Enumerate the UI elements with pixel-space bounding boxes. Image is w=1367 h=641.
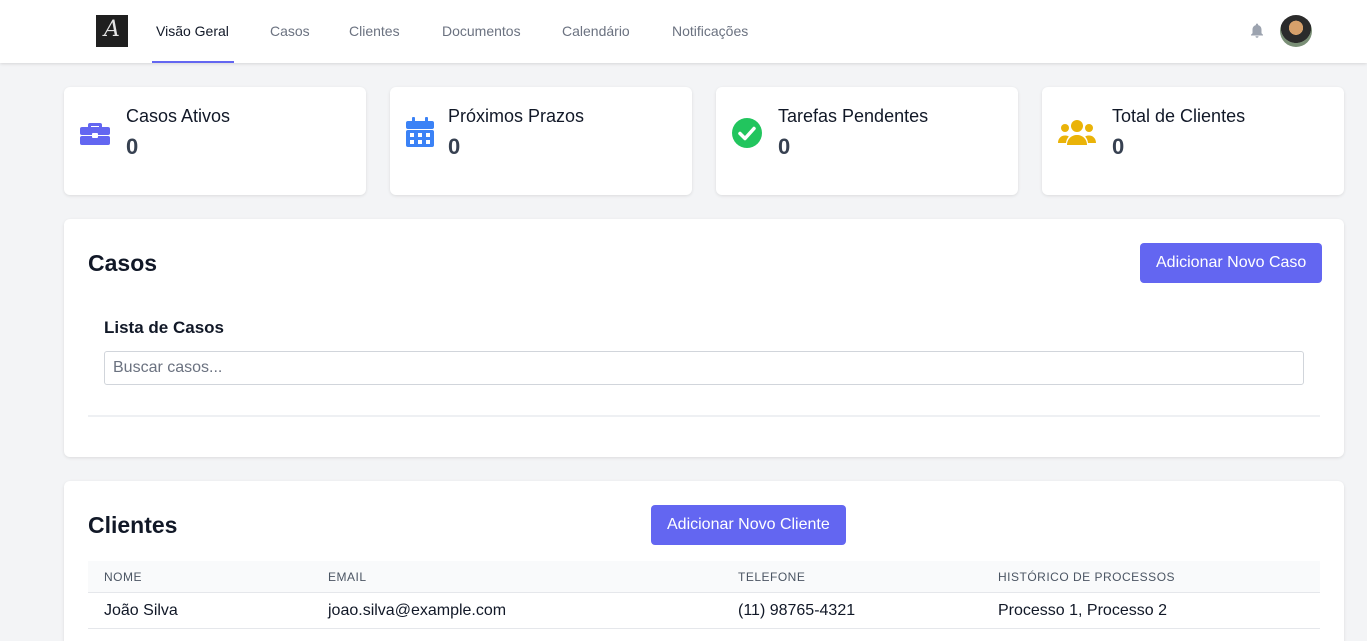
- column-header-historico: HISTÓRICO DE PROCESSOS: [998, 570, 1176, 584]
- calendar-icon: [406, 117, 434, 147]
- stat-value: 0: [126, 134, 139, 159]
- stat-title: Casos Ativos: [126, 106, 231, 126]
- stat-card-tarefas-pendentes: Tarefas Pendentes 0: [716, 87, 1018, 195]
- user-avatar[interactable]: [1280, 15, 1312, 47]
- nav-tab-documentos[interactable]: Documentos: [442, 0, 521, 63]
- briefcase-icon: [80, 123, 110, 145]
- add-client-button[interactable]: Adicionar Novo Cliente: [651, 505, 846, 545]
- client-email: joao.silva@example.com: [328, 602, 507, 619]
- case-list-divider: [88, 415, 1320, 417]
- logo[interactable]: A: [96, 15, 128, 47]
- column-header-nome: NOME: [104, 570, 142, 584]
- nav-tab-visao-geral[interactable]: Visão Geral: [156, 0, 229, 63]
- nav-tab-notificacoes[interactable]: Notificações: [672, 0, 748, 63]
- stat-title: Total de Clientes: [1112, 106, 1246, 126]
- stat-card-total-clientes: Total de Clientes 0: [1042, 87, 1344, 195]
- nav-tab-calendario[interactable]: Calendário: [562, 0, 630, 63]
- client-name: João Silva: [104, 602, 178, 619]
- column-header-email: EMAIL: [328, 570, 367, 584]
- stat-card-casos-ativos: Casos Ativos 0: [64, 87, 366, 195]
- client-phone: (11) 98765-4321: [738, 602, 856, 619]
- stat-value: 0: [778, 134, 791, 159]
- clients-table-header: NOME EMAIL TELEFONE HISTÓRICO DE PROCESS…: [88, 561, 1320, 593]
- users-icon: [1058, 120, 1096, 145]
- nav-tab-casos[interactable]: Casos: [270, 0, 310, 63]
- table-row[interactable]: João Silva joao.silva@example.com (11) 9…: [88, 593, 1320, 629]
- clients-title: Clientes: [88, 512, 178, 538]
- clients-panel: Clientes Adicionar Novo Cliente NOME EMA…: [64, 481, 1344, 641]
- add-case-button[interactable]: Adicionar Novo Caso: [1140, 243, 1323, 283]
- nav-tab-clientes[interactable]: Clientes: [349, 0, 400, 63]
- stat-card-proximos-prazos: Próximos Prazos 0: [390, 87, 692, 195]
- active-tab-indicator: [152, 61, 234, 63]
- stat-value: 0: [1112, 134, 1125, 159]
- stat-value: 0: [448, 134, 461, 159]
- top-navbar: A Visão Geral Casos Clientes Documentos …: [0, 0, 1367, 63]
- stat-title: Tarefas Pendentes: [778, 106, 929, 126]
- column-header-telefone: TELEFONE: [738, 570, 806, 584]
- case-list-title: Lista de Casos: [104, 318, 224, 337]
- cases-panel: Casos Adicionar Novo Caso Lista de Casos: [64, 219, 1344, 457]
- search-cases-input[interactable]: [104, 351, 1304, 385]
- check-circle-icon: [732, 118, 762, 148]
- stat-title: Próximos Prazos: [448, 106, 585, 126]
- cases-title: Casos: [88, 250, 158, 276]
- client-history: Processo 1, Processo 2: [998, 602, 1167, 619]
- bell-icon[interactable]: [1248, 22, 1266, 40]
